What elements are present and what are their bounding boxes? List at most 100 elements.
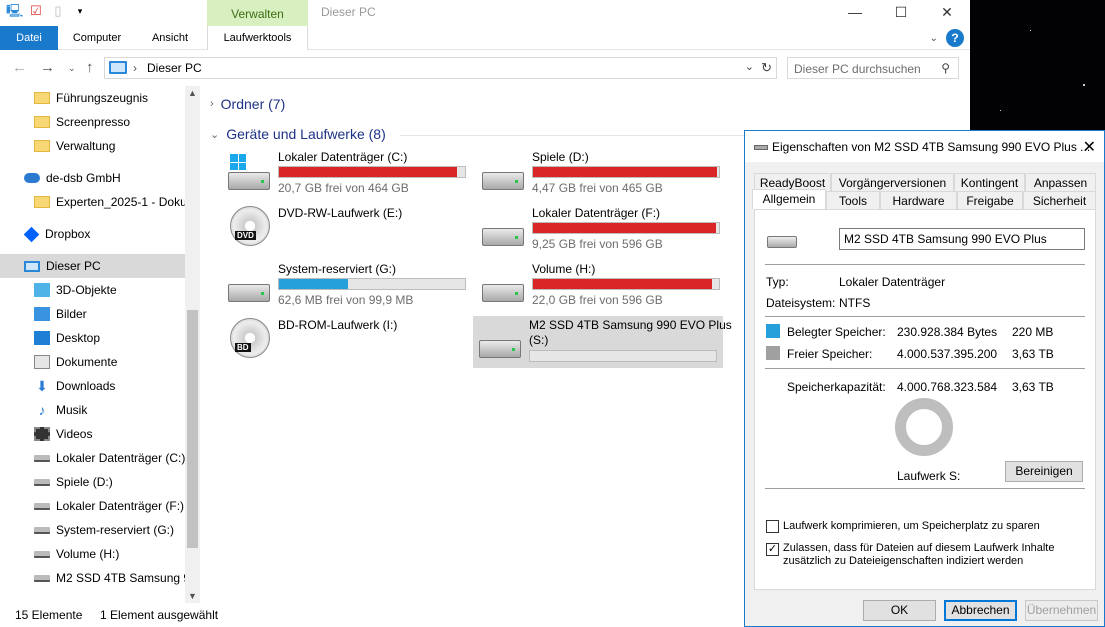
expand-ribbon-icon[interactable]: ⌄ xyxy=(930,33,938,44)
divider xyxy=(765,368,1085,369)
compress-label: Laufwerk komprimieren, um Speicherplatz … xyxy=(783,520,1040,532)
help-icon[interactable]: ? xyxy=(946,29,964,47)
drive-tile[interactable]: Volume (H:) 22,0 GB frei von 596 GB xyxy=(476,260,726,312)
new-folder-icon[interactable]: ▯ xyxy=(50,3,66,19)
sidebar-item[interactable]: Desktop xyxy=(0,326,185,350)
tab-anpassen[interactable]: Anpassen xyxy=(1025,173,1096,191)
tab-ansicht[interactable]: Ansicht xyxy=(140,26,200,50)
maximize-button[interactable]: ☐ xyxy=(878,0,924,26)
sidebar-item[interactable]: Dropbox xyxy=(0,222,185,246)
drive-tile[interactable]: Lokaler Datenträger (F:) 9,25 GB frei von… xyxy=(476,204,726,256)
chevron-right-icon[interactable]: › xyxy=(133,61,137,75)
tab-computer[interactable]: Computer xyxy=(62,26,132,50)
sidebar-item[interactable]: Bilder xyxy=(0,302,185,326)
ribbon-right: ⌄ ? xyxy=(930,29,964,47)
forward-arrow-icon[interactable]: → xyxy=(40,59,55,76)
sidebar-scrollbar[interactable]: ▲ ▼ xyxy=(185,86,200,603)
tab-kontingent[interactable]: Kontingent xyxy=(954,173,1025,191)
close-icon[interactable]: ✕ xyxy=(1083,137,1096,157)
selection-count: 1 Element ausgewählt xyxy=(100,608,219,622)
compress-checkbox[interactable] xyxy=(766,520,779,533)
drive-name: Spiele (D:) xyxy=(532,150,589,164)
tab-sicherheit[interactable]: Sicherheit xyxy=(1023,191,1096,209)
sidebar-item[interactable]: System-reserviert (G:) xyxy=(0,518,185,542)
recent-locations-chevron-icon[interactable]: ⌄ xyxy=(68,63,76,74)
sidebar-item[interactable]: Videos xyxy=(0,422,185,446)
drive-icon xyxy=(34,478,50,486)
cloud-icon xyxy=(24,173,40,183)
sidebar-item[interactable]: Dieser PC xyxy=(0,254,185,278)
drive-name: Volume (H:) xyxy=(532,262,596,276)
drive-tile[interactable]: M2 SSD 4TB Samsung 990 EVO Plus (S:) xyxy=(473,316,732,368)
tab-tools[interactable]: Tools xyxy=(826,191,880,209)
tab-hardware[interactable]: Hardware xyxy=(880,191,957,209)
tab-freigabe[interactable]: Freigabe xyxy=(957,191,1023,209)
sidebar-item[interactable]: ♪ Musik xyxy=(0,398,185,422)
documents-icon xyxy=(34,355,50,369)
sidebar-item-label: Dokumente xyxy=(56,355,118,369)
apply-button[interactable]: Übernehmen xyxy=(1025,600,1098,621)
index-checkbox[interactable]: ✓ xyxy=(766,543,779,556)
sidebar-item[interactable]: Screenpresso xyxy=(0,110,185,134)
back-arrow-icon[interactable]: ← xyxy=(12,59,27,76)
windows-logo-icon xyxy=(230,154,246,170)
folder-icon xyxy=(34,116,50,128)
index-label-line1: Zulassen, dass für Dateien auf diesem La… xyxy=(783,542,1055,554)
sidebar-item[interactable]: Lokaler Datenträger (F:) xyxy=(0,494,185,518)
search-input[interactable]: Dieser PC durchsuchen ⚲ xyxy=(787,57,959,79)
drive-icon xyxy=(34,574,50,582)
chevron-down-icon[interactable]: ⌄ xyxy=(745,60,754,73)
refresh-icon[interactable]: ↻ xyxy=(761,60,772,76)
free-bytes: 4.000.537.395.200 xyxy=(897,347,998,361)
cleanup-button[interactable]: Bereinigen xyxy=(1005,461,1083,482)
scroll-thumb[interactable] xyxy=(187,310,198,548)
divider xyxy=(765,488,1085,489)
tab-laufwerktools[interactable]: Laufwerktools xyxy=(207,26,308,50)
minimize-button[interactable]: — xyxy=(832,0,878,26)
drive-icon xyxy=(482,284,524,302)
pictures-icon xyxy=(34,307,50,321)
drive-tile[interactable]: System-reserviert (G:) 62,6 MB frei von 9… xyxy=(222,260,472,312)
drive-name-field[interactable]: M2 SSD 4TB Samsung 990 EVO Plus xyxy=(839,228,1085,250)
sidebar-item[interactable]: Lokaler Datenträger (C:) xyxy=(0,446,185,470)
pc-icon[interactable]: 🖳 xyxy=(6,3,23,19)
used-space-swatch xyxy=(766,324,780,338)
sidebar-item[interactable]: Spiele (D:) xyxy=(0,470,185,494)
address-path: Dieser PC xyxy=(147,61,202,75)
close-button[interactable]: ✕ xyxy=(924,0,970,26)
sidebar-item[interactable]: Führungszeugnis xyxy=(0,86,185,110)
sidebar-item[interactable]: Verwaltung xyxy=(0,134,185,158)
sidebar-item[interactable]: de-dsb GmbH xyxy=(0,166,185,190)
drive-tile[interactable]: DVD DVD-RW-Laufwerk (E:) xyxy=(222,204,472,256)
used-bytes: 230.928.384 Bytes xyxy=(897,325,998,339)
tab-allgemein[interactable]: Allgemein xyxy=(752,189,826,209)
sidebar-item[interactable]: Dokumente xyxy=(0,350,185,374)
drive-icon xyxy=(34,526,50,534)
sidebar-item[interactable]: Experten_2025-1 - Dokum xyxy=(0,190,185,214)
customize-toolbar-icon[interactable]: ▾ xyxy=(72,3,88,19)
sidebar-item[interactable]: 3D-Objekte xyxy=(0,278,185,302)
up-arrow-icon[interactable]: ↑ xyxy=(86,59,94,76)
scroll-down-icon[interactable]: ▼ xyxy=(188,591,197,601)
group-header-folders[interactable]: › Ordner (7) xyxy=(210,96,285,112)
ok-button[interactable]: OK xyxy=(863,600,936,621)
usage-bar-fill xyxy=(279,167,457,177)
sidebar-item-label: Lokaler Datenträger (F:) xyxy=(56,499,185,513)
tab-vorgaengerversionen[interactable]: Vorgängerversionen xyxy=(831,173,954,191)
drive-icon xyxy=(482,172,524,190)
type-value: Lokaler Datenträger xyxy=(839,275,946,289)
sidebar-item[interactable]: ⬇ Downloads xyxy=(0,374,185,398)
sidebar-item[interactable]: Volume (H:) xyxy=(0,542,185,566)
properties-icon[interactable]: ☑ xyxy=(28,3,44,19)
scroll-up-icon[interactable]: ▲ xyxy=(188,88,197,98)
cancel-button[interactable]: Abbrechen xyxy=(944,600,1017,621)
drive-tile[interactable]: Lokaler Datenträger (C:) 20,7 GB frei von… xyxy=(222,148,472,200)
drive-free-space: 22,0 GB frei von 596 GB xyxy=(532,293,663,307)
tab-datei[interactable]: Datei xyxy=(0,26,58,50)
sidebar-item[interactable]: M2 SSD 4TB Samsung 990 xyxy=(0,566,185,590)
drive-icon xyxy=(482,228,524,246)
drive-tile[interactable]: BD BD-ROM-Laufwerk (I:) xyxy=(222,316,472,368)
used-size: 220 MB xyxy=(1012,325,1054,339)
drive-tile[interactable]: Spiele (D:) 4,47 GB frei von 465 GB xyxy=(476,148,726,200)
address-bar[interactable]: › Dieser PC ⌄ ↻ xyxy=(104,57,777,79)
